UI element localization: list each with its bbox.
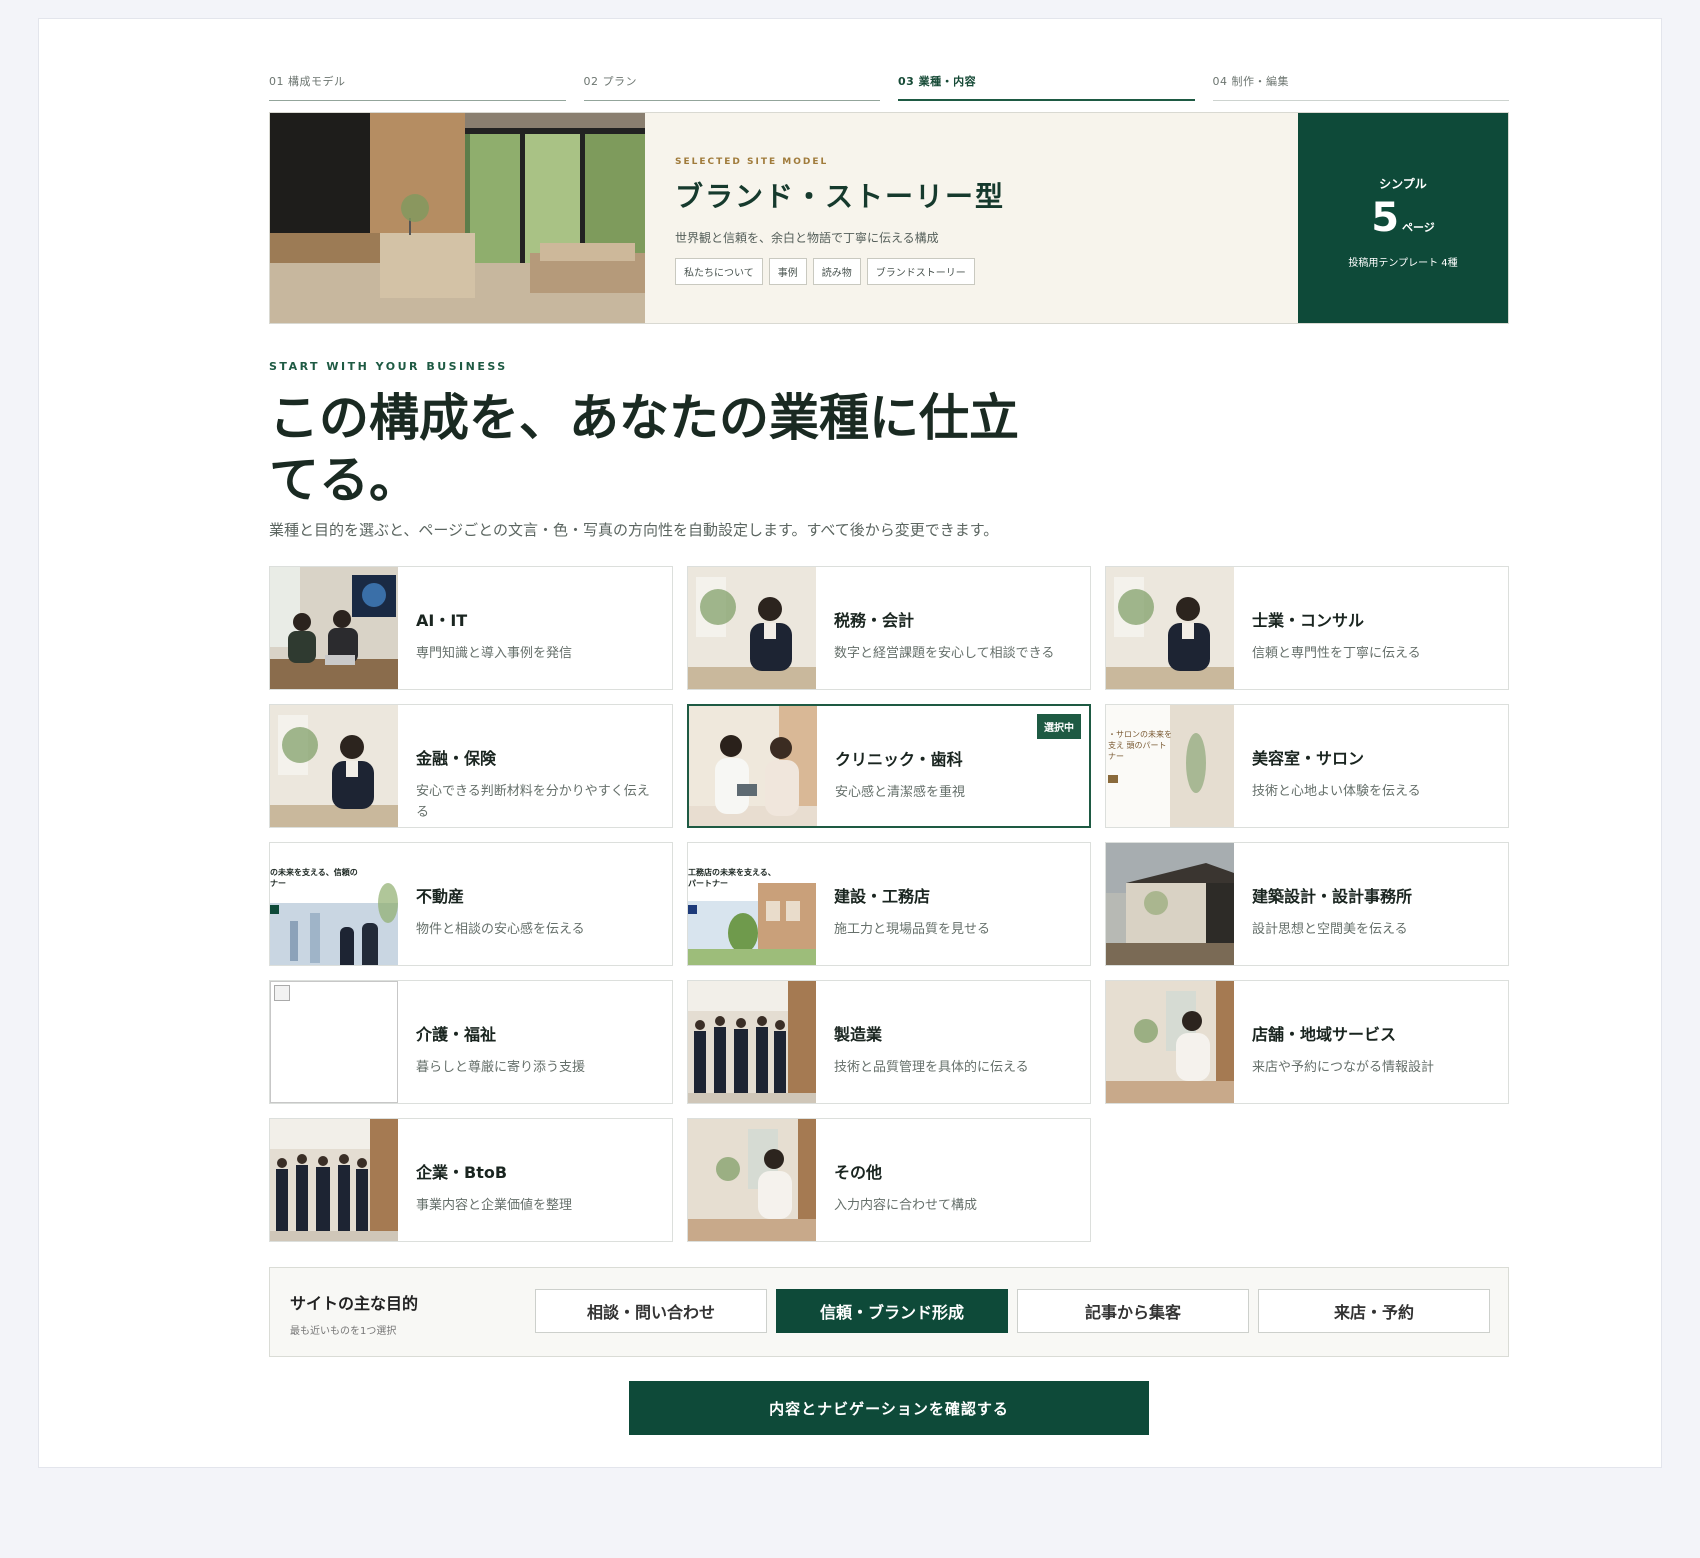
page-count-value: 5 — [1371, 195, 1400, 241]
industry-thumbnail — [270, 705, 398, 827]
industry-description: 数字と経営課題を安心して相談できる — [834, 646, 1055, 661]
industry-card-manufacturing[interactable]: 製造業技術と品質管理を具体的に伝える — [687, 980, 1091, 1104]
model-photo — [270, 113, 645, 323]
industry-thumbnail — [270, 1119, 398, 1241]
industry-title: クリニック・歯科 — [835, 750, 963, 769]
industry-description: 物件と相談の安心感を伝える — [416, 922, 585, 937]
step-3[interactable]: 03 業種・内容 — [898, 53, 1195, 101]
model-title: ブランド・ストーリー型 — [675, 180, 1006, 213]
industry-card-construction[interactable]: 工務店の未来を支える、 パートナー 建設・工務店施工力と現場品質を見せる — [687, 842, 1091, 966]
industry-description: 安心できる判断材料を分かりやすく伝える — [416, 784, 650, 820]
industry-title: 美容室・サロン — [1252, 749, 1365, 768]
industry-thumbnail — [1106, 843, 1234, 965]
purpose-subtitle: 最も近いものを1つ選択 — [290, 1326, 397, 1337]
industry-title: AI・IT — [416, 611, 468, 630]
industry-thumbnail — [689, 706, 817, 826]
industry-title: 店舗・地域サービス — [1252, 1025, 1397, 1044]
model-eyebrow: SELECTED SITE MODEL — [675, 157, 829, 167]
plan-summary: シンプル 5 ページ 投稿用テンプレート 4種 — [1298, 113, 1508, 323]
industry-thumbnail: 工務店の未来を支える、 パートナー — [688, 843, 816, 965]
industry-title: 企業・BtoB — [416, 1163, 508, 1182]
thumbnail-caption: ・サロンの未来を支え 頭のパートナー — [1108, 730, 1172, 761]
industry-description: 入力内容に合わせて構成 — [834, 1198, 978, 1213]
broken-image-icon — [274, 985, 290, 1001]
industry-title: 建設・工務店 — [834, 887, 931, 906]
page-chip: 事例 — [768, 258, 807, 285]
template-count: 投稿用テンプレート 4種 — [1348, 258, 1458, 269]
industry-thumbnail — [688, 981, 816, 1103]
step-2[interactable]: 02 プラン — [583, 53, 880, 101]
industry-thumbnail — [270, 981, 398, 1103]
confirm-button[interactable]: 内容とナビゲーションを確認する — [629, 1381, 1149, 1435]
plan-label: シンプル — [1379, 177, 1427, 191]
page-chip: ブランドストーリー — [866, 258, 975, 285]
step-1[interactable]: 01 構成モデル — [269, 53, 566, 101]
industry-description: 施工力と現場品質を見せる — [834, 922, 991, 937]
thumbnail-caption: の未来を支える、信頼の ナー — [270, 868, 358, 888]
industry-title: 税務・会計 — [834, 611, 915, 630]
industry-description: 事業内容と企業価値を整理 — [416, 1198, 573, 1213]
step-indicator: 01 構成モデル 02 プラン 03 業種・内容 04 制作・編集 — [269, 53, 1509, 101]
industry-card-beauty-salon[interactable]: ・サロンの未来を支え 頭のパートナー 美容室・サロン技術と心地よい体験を伝える — [1105, 704, 1509, 828]
industry-card-architecture[interactable]: 建築設計・設計事務所設計思想と空間美を伝える — [1105, 842, 1509, 966]
industry-thumbnail — [688, 567, 816, 689]
purpose-title: サイトの主な目的 — [290, 1294, 419, 1313]
industry-title: 士業・コンサル — [1252, 611, 1365, 630]
industry-description: 来店や予約につながる情報設計 — [1252, 1060, 1435, 1075]
industry-card-tax-accounting[interactable]: 税務・会計数字と経営課題を安心して相談できる — [687, 566, 1091, 690]
industry-title: 介護・福祉 — [416, 1025, 497, 1044]
section-eyebrow: START WITH YOUR BUSINESS — [269, 360, 508, 373]
industry-description: 技術と品質管理を具体的に伝える — [834, 1060, 1029, 1075]
page-chips: 私たちについて 事例 読み物 ブランドストーリー — [675, 258, 1268, 285]
industry-thumbnail — [688, 1119, 816, 1241]
selected-badge: 選択中 — [1037, 714, 1081, 739]
model-description: 世界観と信頼を、余白と物語で丁寧に伝える構成 — [675, 231, 939, 245]
industry-thumbnail — [1106, 981, 1234, 1103]
wizard-panel: 01 構成モデル 02 プラン 03 業種・内容 04 制作・編集 SELECT… — [38, 18, 1662, 1468]
step-4[interactable]: 04 制作・編集 — [1212, 53, 1509, 101]
section-heading: この構成を、あなたの業種に仕立てる。 — [269, 388, 1019, 509]
selected-model-banner: SELECTED SITE MODEL ブランド・ストーリー型 世界観と信頼を、… — [269, 112, 1509, 324]
purpose-option-visit-booking[interactable]: 来店・予約 — [1258, 1289, 1490, 1333]
industry-title: その他 — [834, 1163, 883, 1182]
purpose-option-inquiry[interactable]: 相談・問い合わせ — [535, 1289, 767, 1333]
purpose-selector: サイトの主な目的 最も近いものを1つ選択 相談・問い合わせ 信頼・ブランド形成 … — [269, 1267, 1509, 1357]
industry-description: 信頼と専門性を丁寧に伝える — [1252, 646, 1421, 661]
industry-thumbnail — [1106, 567, 1234, 689]
industry-title: 建築設計・設計事務所 — [1252, 887, 1413, 906]
industry-card-corporate-btob[interactable]: 企業・BtoB 事業内容と企業価値を整理 — [269, 1118, 673, 1242]
industry-card-ai-it[interactable]: AI・IT 専門知識と導入事例を発信 — [269, 566, 673, 690]
industry-thumbnail: の未来を支える、信頼の ナー — [270, 843, 398, 965]
industry-card-real-estate[interactable]: の未来を支える、信頼の ナー 不動産物件と相談の安心感を伝える — [269, 842, 673, 966]
industry-title: 金融・保険 — [416, 749, 497, 768]
industry-thumbnail — [270, 567, 398, 689]
industry-thumbnail: ・サロンの未来を支え 頭のパートナー — [1106, 705, 1234, 827]
industry-card-care-welfare[interactable]: 介護・福祉暮らしと尊厳に寄り添う支援 — [269, 980, 673, 1104]
purpose-option-brand[interactable]: 信頼・ブランド形成 — [776, 1289, 1008, 1333]
industry-card-clinic-dental[interactable]: クリニック・歯科安心感と清潔感を重視 選択中 — [687, 704, 1091, 828]
thumbnail-caption: 工務店の未来を支える、 パートナー — [688, 868, 776, 888]
purpose-option-content-marketing[interactable]: 記事から集客 — [1017, 1289, 1249, 1333]
industry-grid: AI・IT 専門知識と導入事例を発信 税務・会計数字と経営課題を安心して相談できる… — [269, 566, 1509, 1242]
page-chip: 読み物 — [812, 258, 861, 285]
industry-description: 技術と心地よい体験を伝える — [1252, 784, 1421, 799]
industry-description: 専門知識と導入事例を発信 — [416, 646, 573, 661]
section-description: 業種と目的を選ぶと、ページごとの文言・色・写真の方向性を自動設定します。すべて後… — [269, 521, 999, 539]
industry-card-professional-consulting[interactable]: 士業・コンサル信頼と専門性を丁寧に伝える — [1105, 566, 1509, 690]
industry-description: 設計思想と空間美を伝える — [1252, 922, 1408, 937]
industry-card-local-store[interactable]: 店舗・地域サービス来店や予約につながる情報設計 — [1105, 980, 1509, 1104]
industry-description: 暮らしと尊厳に寄り添う支援 — [416, 1060, 586, 1075]
industry-title: 製造業 — [834, 1025, 883, 1044]
industry-title: 不動産 — [416, 887, 465, 906]
page-count: 5 ページ — [1298, 196, 1508, 250]
industry-card-finance-insurance[interactable]: 金融・保険安心できる判断材料を分かりやすく伝える — [269, 704, 673, 828]
industry-description: 安心感と清潔感を重視 — [835, 785, 966, 800]
page-count-unit: ページ — [1402, 221, 1435, 234]
industry-card-other[interactable]: その他入力内容に合わせて構成 — [687, 1118, 1091, 1242]
page-chip: 私たちについて — [675, 258, 763, 285]
